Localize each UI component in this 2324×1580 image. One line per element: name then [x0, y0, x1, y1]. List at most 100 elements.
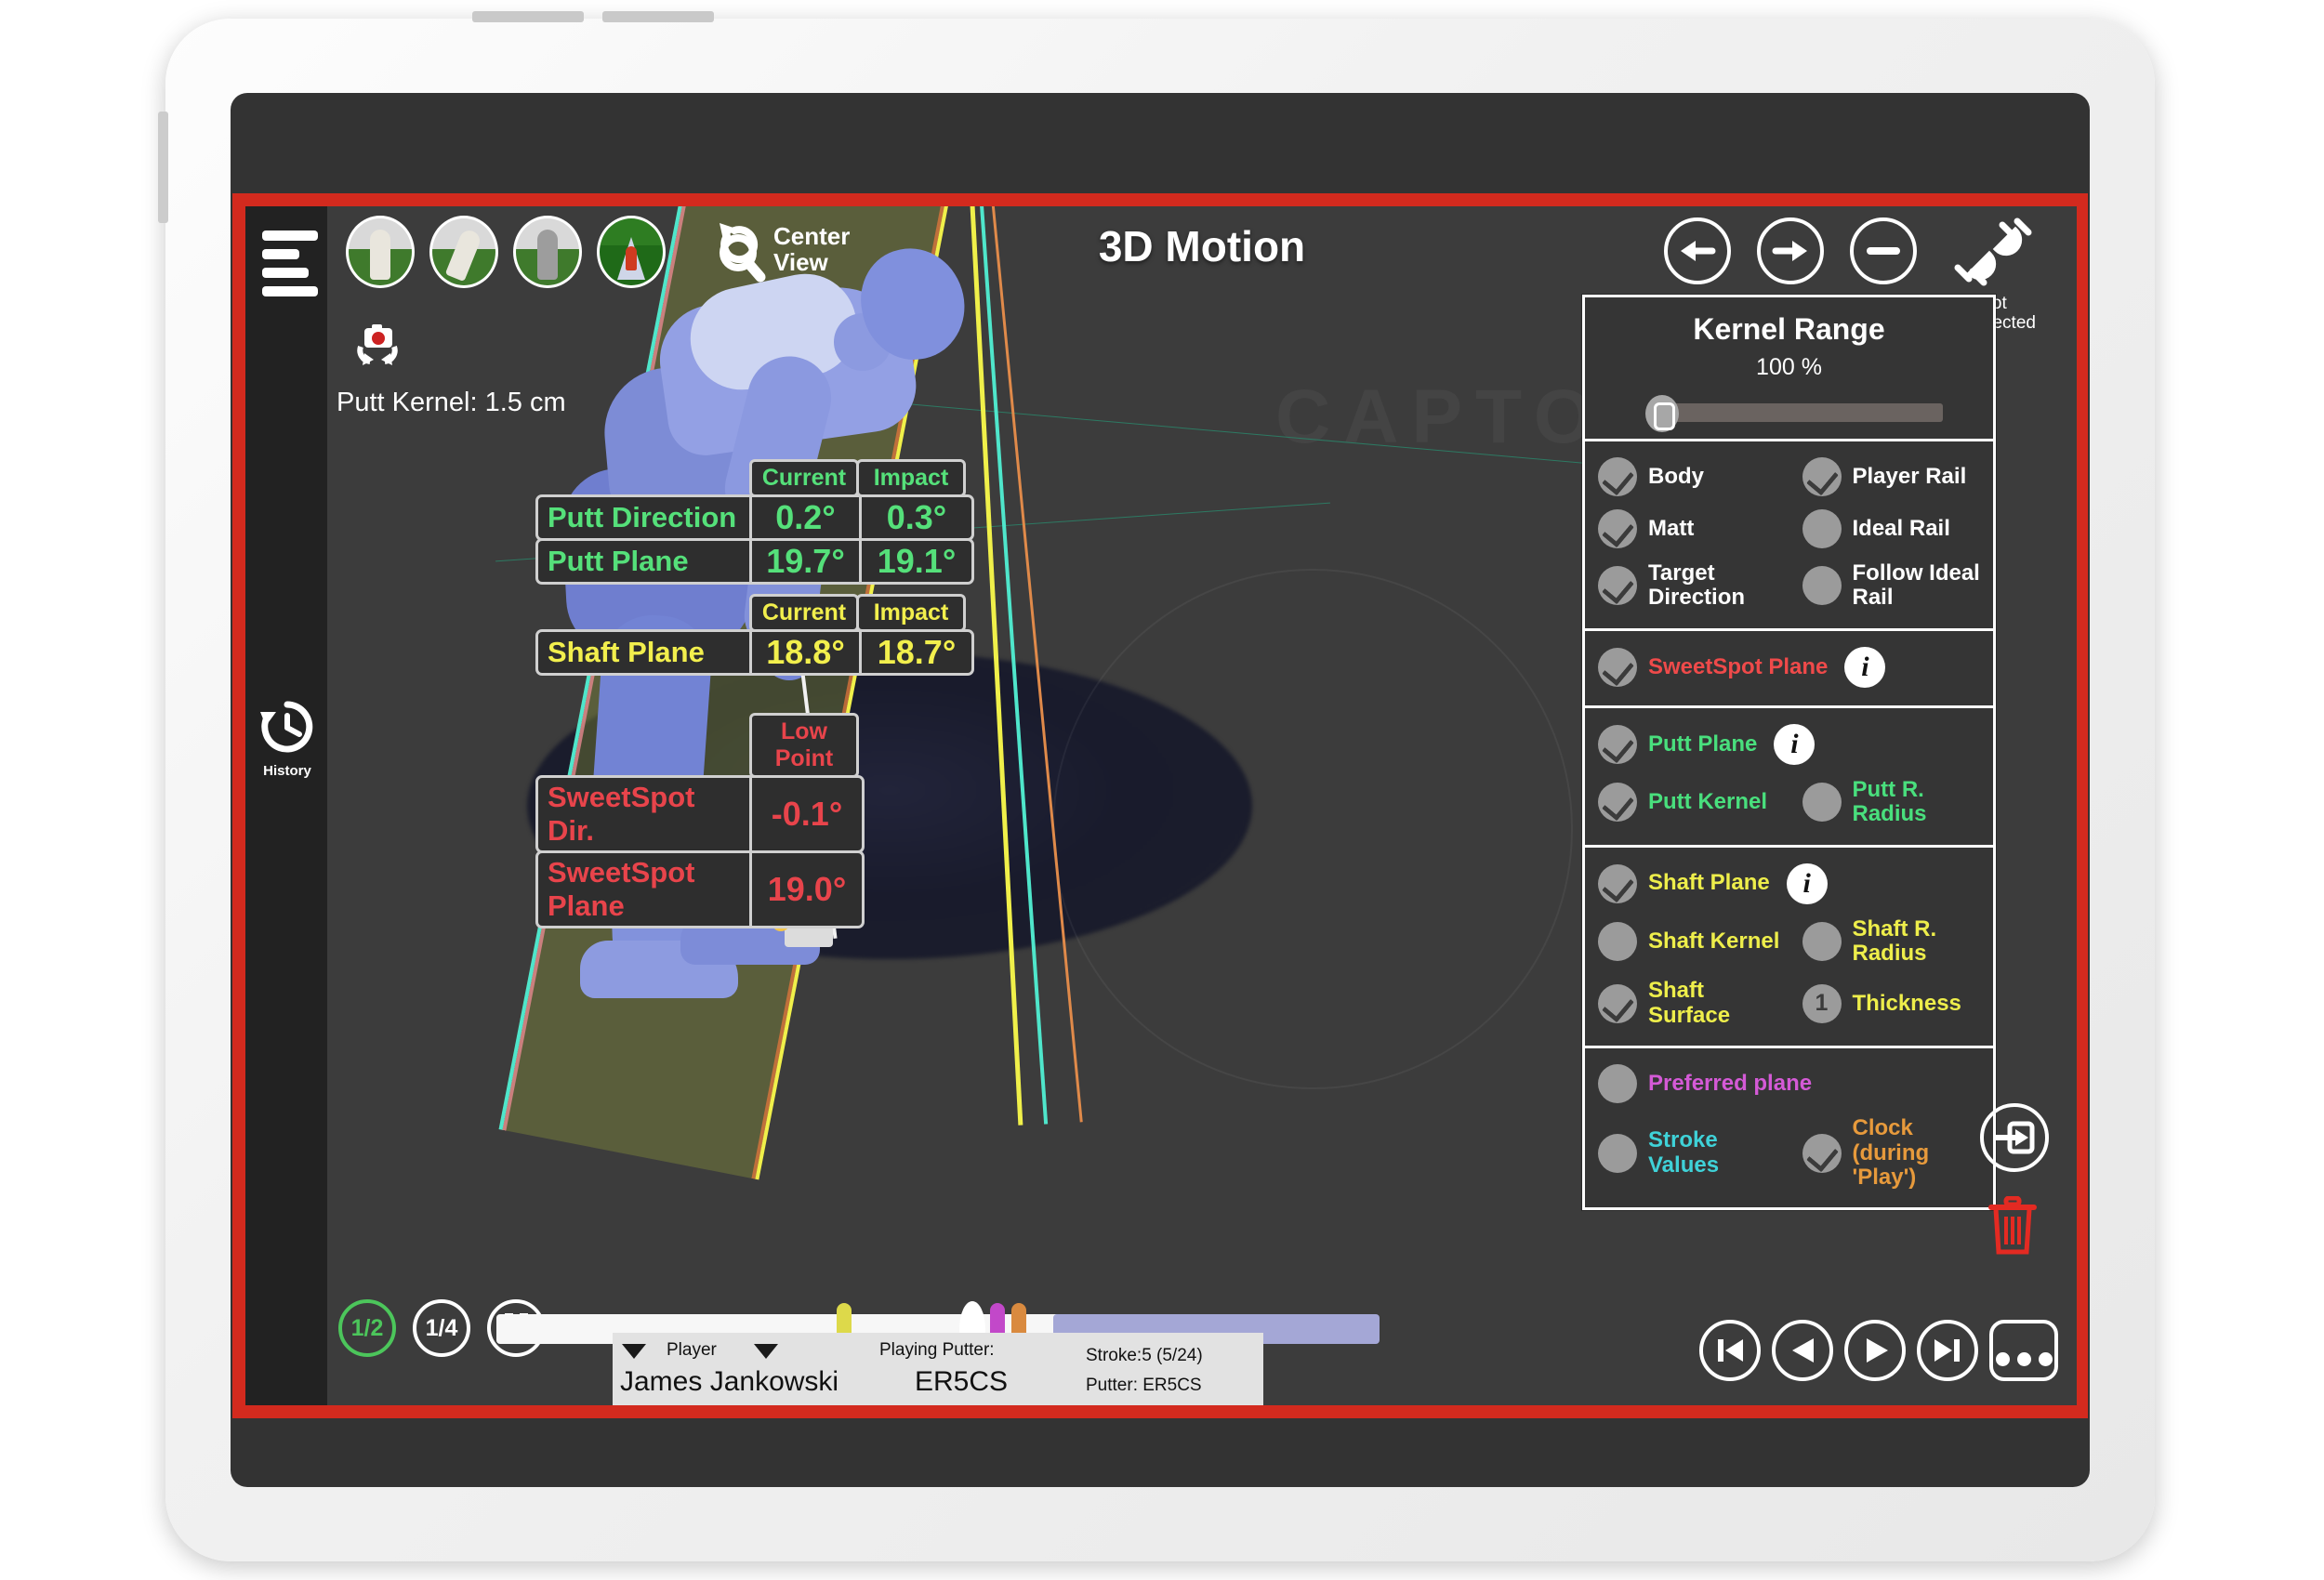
info-icon[interactable]: i: [1844, 646, 1886, 688]
tablet-screen: CAPTO: [231, 93, 2090, 1487]
avatar-view-front[interactable]: [346, 216, 415, 288]
table-row: SweetSpot Dir. -0.1°: [535, 775, 865, 853]
checkbox-putt-r-radius[interactable]: Putt R. Radius: [1789, 771, 1994, 834]
step-back-button[interactable]: [1772, 1320, 1833, 1381]
checkbox-toggle[interactable]: [1598, 509, 1637, 548]
checkbox-label: Clock (during 'Play'): [1852, 1115, 1930, 1190]
checkbox-ideal-rail[interactable]: Ideal Rail: [1789, 503, 1994, 555]
kernel-slider-knob[interactable]: [1644, 395, 1679, 432]
table-row: Putt Plane 19.7° 19.1°: [535, 538, 974, 585]
player-selector[interactable]: Player James Jankowski: [613, 1333, 859, 1405]
putter-caption: Playing Putter:: [879, 1340, 995, 1360]
checkbox-player-rail[interactable]: Player Rail: [1789, 451, 1994, 503]
row-label: SweetSpot Plane: [538, 853, 752, 926]
info-icon[interactable]: i: [1786, 862, 1828, 904]
avatar-view-down-the-line[interactable]: [597, 216, 666, 288]
row-label: Putt Direction: [538, 497, 752, 538]
skip-end-button[interactable]: [1917, 1320, 1978, 1381]
camera-rotate-icon[interactable]: [346, 323, 409, 369]
nav-back-button[interactable]: [1664, 217, 1731, 284]
checkbox-label: Shaft Plane: [1648, 870, 1770, 896]
tablet-volume-button-up[interactable]: [472, 11, 584, 22]
checkbox-shaft-surface[interactable]: Shaft Surface: [1585, 972, 1789, 1034]
step-back-icon: [1792, 1338, 1814, 1363]
avatar-view-side[interactable]: [429, 216, 498, 288]
hamburger-menu-icon[interactable]: [262, 230, 318, 296]
checkbox-shaft-plane[interactable]: Shaft Plane i: [1585, 857, 1993, 911]
app-window-red-border: CAPTO: [232, 193, 2088, 1418]
putter-info[interactable]: Playing Putter: ER5CS: [859, 1333, 1073, 1405]
speed-button-1-2[interactable]: 1/2: [338, 1299, 396, 1357]
checkbox-toggle[interactable]: [1598, 783, 1637, 823]
column-header: Current: [749, 594, 859, 632]
settings-groups: Body Player Rail Matt Ideal Rail Target Dire…: [1585, 441, 1994, 1208]
center-view-icon[interactable]: [699, 217, 766, 284]
row-label: Shaft Plane: [538, 632, 752, 673]
checkbox-sweetspot-plane[interactable]: SweetSpot Plane i: [1585, 640, 1993, 694]
checkbox-toggle[interactable]: [1598, 983, 1637, 1023]
row-value: 19.0°: [767, 870, 847, 908]
checkbox-thickness[interactable]: 1 Thickness: [1789, 972, 1994, 1034]
kernel-range-section: Kernel Range 100 %: [1585, 297, 1993, 441]
checkbox-toggle[interactable]: [1598, 1133, 1637, 1173]
checkbox-putt-plane[interactable]: Putt Plane i: [1585, 718, 1993, 771]
checkbox-shaft-r-radius[interactable]: Shaft R. Radius: [1789, 911, 1994, 973]
dot-2: [2016, 1352, 2031, 1366]
putt-metrics-table: Current Impact Putt Direction 0.2° 0.3° Putt …: [535, 459, 974, 585]
play-button[interactable]: [1844, 1320, 1906, 1381]
checkbox-toggle[interactable]: [1598, 863, 1637, 903]
checkbox-toggle[interactable]: [1802, 1133, 1842, 1173]
player-prev-caret-icon[interactable]: [622, 1344, 646, 1359]
checkbox-toggle[interactable]: [1598, 566, 1637, 606]
checkbox-follow-ideal-rail[interactable]: Follow Ideal Rail: [1789, 555, 1994, 617]
checkbox-toggle[interactable]: [1802, 566, 1842, 606]
checkbox-stroke-values[interactable]: Stroke Values: [1585, 1110, 1789, 1196]
player-next-caret-icon[interactable]: [754, 1344, 778, 1359]
checkbox-label: Stroke Values: [1648, 1127, 1720, 1178]
checkbox-shaft-kernel[interactable]: Shaft Kernel: [1585, 911, 1789, 973]
checkbox-toggle[interactable]: [1802, 509, 1842, 548]
nav-forward-button[interactable]: [1757, 217, 1824, 284]
skip-start-button[interactable]: [1699, 1320, 1761, 1381]
history-label: History: [263, 763, 311, 779]
checkbox-toggle[interactable]: [1802, 921, 1842, 961]
putt-table-header-row: Current Impact: [749, 459, 974, 497]
checkbox-toggle[interactable]: [1598, 457, 1637, 496]
checkbox-label: Matt: [1648, 515, 1695, 541]
minus-button[interactable]: [1850, 217, 1917, 284]
checkbox-matt[interactable]: Matt: [1585, 503, 1789, 555]
stroke-count: Stroke:5 (5/24): [1086, 1346, 1203, 1365]
checkbox-toggle[interactable]: [1598, 724, 1637, 764]
kernel-slider-track: [1657, 403, 1943, 422]
putt-group-grid: Putt Plane i Putt Kernel Putt R. Radius: [1585, 718, 1993, 834]
checkbox-label: Putt Kernel: [1648, 788, 1768, 814]
checkbox-toggle[interactable]: [1598, 921, 1637, 961]
row-value: 0.3°: [886, 498, 947, 536]
row-value: 19.7°: [752, 541, 862, 582]
tablet-volume-button-down[interactable]: [602, 11, 714, 22]
more-options-button[interactable]: [1989, 1320, 2058, 1381]
thickness-stepper[interactable]: 1: [1802, 983, 1842, 1023]
kernel-range-slider[interactable]: [1627, 395, 1952, 432]
checkbox-body[interactable]: Body: [1585, 451, 1789, 503]
checkbox-toggle[interactable]: [1802, 783, 1842, 823]
export-button[interactable]: [1980, 1103, 2049, 1172]
checkbox-toggle[interactable]: [1802, 457, 1842, 496]
checkbox-toggle[interactable]: [1598, 647, 1637, 687]
avatar-view-back[interactable]: [513, 216, 582, 288]
row-value: 18.7°: [877, 633, 957, 671]
checkbox-preferred-plane[interactable]: Preferred plane: [1585, 1058, 1993, 1110]
checkbox-putt-kernel[interactable]: Putt Kernel: [1585, 771, 1789, 834]
tablet-power-button[interactable]: [158, 112, 168, 223]
checkbox-clock-during-play[interactable]: Clock (during 'Play'): [1789, 1110, 1994, 1196]
history-button[interactable]: History: [255, 699, 320, 779]
checkbox-toggle[interactable]: [1598, 1064, 1637, 1104]
trash-icon[interactable]: [1987, 1196, 2038, 1256]
info-icon[interactable]: i: [1774, 723, 1816, 765]
row-label: SweetSpot Dir.: [538, 778, 752, 850]
top-toolbar: Center View 3D Motion: [327, 206, 2077, 333]
checkbox-target-direction[interactable]: Target Direction: [1585, 555, 1789, 617]
stroke-info: Stroke:5 (5/24) Putter: ER5CS: [1073, 1333, 1263, 1405]
speed-button-1-4[interactable]: 1/4: [413, 1299, 470, 1357]
dot-3: [2038, 1352, 2053, 1366]
